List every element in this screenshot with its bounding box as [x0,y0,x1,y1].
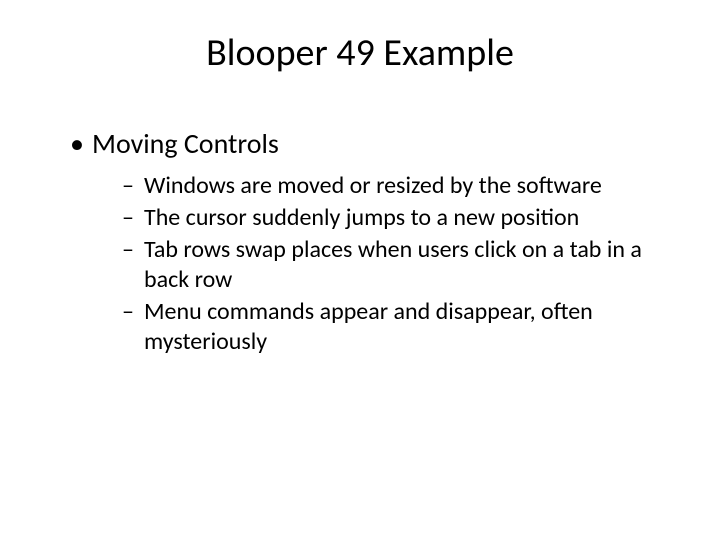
bullet-moving-controls: Moving Controls Windows are moved or res… [70,126,670,357]
list-item: The cursor suddenly jumps to a new posit… [122,203,670,233]
list-item: Menu commands appear and disappear, ofte… [122,297,670,357]
main-bullet-list: Moving Controls Windows are moved or res… [50,126,670,357]
list-item: Tab rows swap places when users click on… [122,235,670,295]
bullet-label: Moving Controls [92,126,279,161]
list-item: Windows are moved or resized by the soft… [122,171,670,201]
sub-dash-list: Windows are moved or resized by the soft… [92,171,670,357]
slide-title: Blooper 49 Example [50,30,670,76]
